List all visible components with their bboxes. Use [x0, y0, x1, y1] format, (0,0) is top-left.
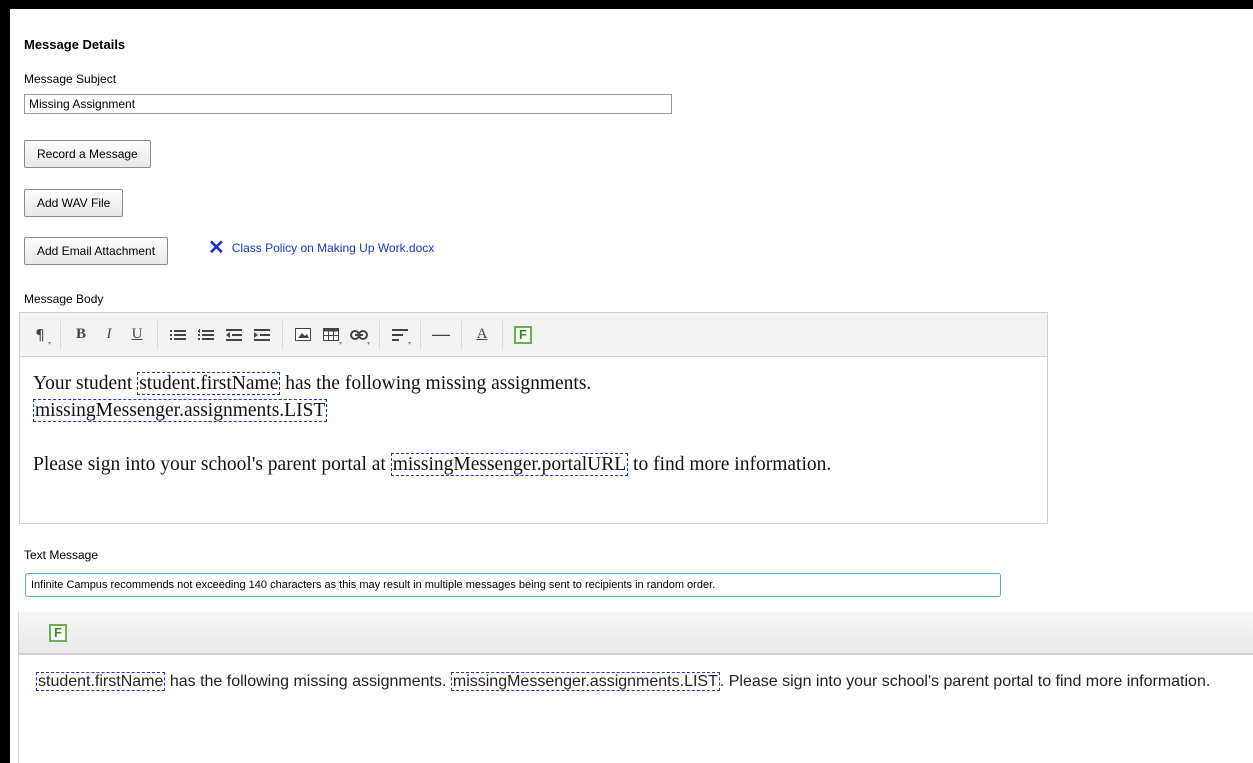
insert-field-button[interactable]: F	[45, 620, 71, 646]
body-line-1: Your student student.firstName has the f…	[33, 370, 1047, 397]
record-message-button[interactable]: Record a Message	[24, 140, 151, 168]
dropdown-caret-icon: ▾	[47, 339, 51, 347]
merge-field-assignments[interactable]: missingMessenger.assignments.LIST	[33, 399, 328, 422]
font-color-glyph: A	[476, 326, 488, 342]
body-line-3: Please sign into your school's parent po…	[33, 451, 1047, 478]
insert-link-icon[interactable]: ▾	[346, 322, 372, 348]
insert-table-icon[interactable]: ▾	[318, 322, 344, 348]
text-message-content[interactable]: student.firstName has the following miss…	[19, 655, 1236, 695]
body-text: has the following missing assignments.	[280, 373, 592, 394]
sms-text: has the following missing assignments.	[165, 673, 451, 690]
add-wav-button[interactable]: Add WAV File	[24, 189, 124, 217]
underline-icon[interactable]: U	[124, 322, 150, 348]
subject-label: Message Subject	[24, 72, 117, 86]
italic-glyph: I	[106, 326, 112, 342]
remove-attachment-icon[interactable]: ✕	[208, 238, 225, 258]
bold-icon[interactable]: B	[68, 322, 94, 348]
numbered-list-icon[interactable]	[193, 322, 219, 348]
text-message-label: Text Message	[24, 548, 99, 562]
toolbar-divider	[379, 320, 380, 349]
toolbar-divider	[60, 320, 61, 349]
message-form: Message Details Message Subject Record a…	[10, 9, 1253, 763]
horizontal-rule-glyph: —	[432, 324, 450, 344]
merge-field-assignments[interactable]: missingMessenger.assignments.LIST	[450, 672, 720, 691]
body-text: to find more information.	[628, 454, 832, 475]
body-text: Please sign into your school's parent po…	[33, 454, 391, 475]
editor-toolbar: ¶ ▾ B I U ▾ ▾ ▾ — A F	[20, 313, 1047, 357]
bold-glyph: B	[75, 326, 86, 342]
text-message-notice: Infinite Campus recommends not exceeding…	[25, 573, 1001, 597]
toolbar-divider	[461, 320, 462, 349]
dropdown-caret-icon: ▾	[366, 340, 370, 347]
toolbar-divider	[157, 320, 158, 349]
attachment-link[interactable]: Class Policy on Making Up Work.docx	[232, 241, 435, 255]
outdent-icon[interactable]	[221, 322, 247, 348]
insert-field-button[interactable]: F	[510, 322, 536, 348]
merge-field-first-name[interactable]: student.firstName	[36, 672, 166, 691]
toolbar-divider	[282, 320, 283, 349]
message-body-content[interactable]: Your student student.firstName has the f…	[20, 357, 1047, 478]
subject-input[interactable]	[24, 94, 672, 114]
align-icon[interactable]: ▾	[387, 322, 413, 348]
message-body-label: Message Body	[24, 292, 104, 306]
toolbar-divider	[502, 320, 503, 349]
text-message-toolbar: F	[19, 612, 1253, 655]
merge-field-first-name[interactable]: student.firstName	[137, 372, 281, 395]
italic-icon[interactable]: I	[96, 322, 122, 348]
body-text: Your student	[33, 373, 138, 394]
field-icon: F	[514, 325, 532, 344]
insert-image-icon[interactable]	[290, 322, 316, 348]
add-email-attachment-button[interactable]: Add Email Attachment	[24, 237, 169, 265]
attachment: ✕ Class Policy on Making Up Work.docx	[208, 238, 435, 258]
merge-field-portal-url[interactable]: missingMessenger.portalURL	[390, 453, 629, 476]
dropdown-caret-icon: ▾	[407, 340, 411, 347]
toolbar-divider	[420, 320, 421, 349]
paragraph-glyph: ¶	[35, 325, 45, 344]
sms-text: . Please sign into your school's parent …	[719, 673, 1211, 690]
field-icon: F	[49, 623, 67, 642]
text-message-editor: F student.firstName has the following mi…	[18, 612, 1253, 763]
font-color-icon[interactable]: A	[469, 322, 495, 348]
underline-glyph: U	[131, 326, 143, 342]
body-blank-line	[33, 424, 1047, 451]
bullet-list-icon[interactable]	[165, 322, 191, 348]
indent-icon[interactable]	[249, 322, 275, 348]
dropdown-caret-icon: ▾	[338, 340, 342, 347]
message-body-editor: ¶ ▾ B I U ▾ ▾ ▾ — A F Your student stude…	[19, 312, 1048, 524]
body-line-2: missingMessenger.assignments.LIST	[33, 397, 1047, 424]
horizontal-rule-icon[interactable]: —	[428, 322, 454, 348]
paragraph-format-icon[interactable]: ¶ ▾	[27, 322, 53, 348]
section-title: Message Details	[24, 37, 126, 52]
